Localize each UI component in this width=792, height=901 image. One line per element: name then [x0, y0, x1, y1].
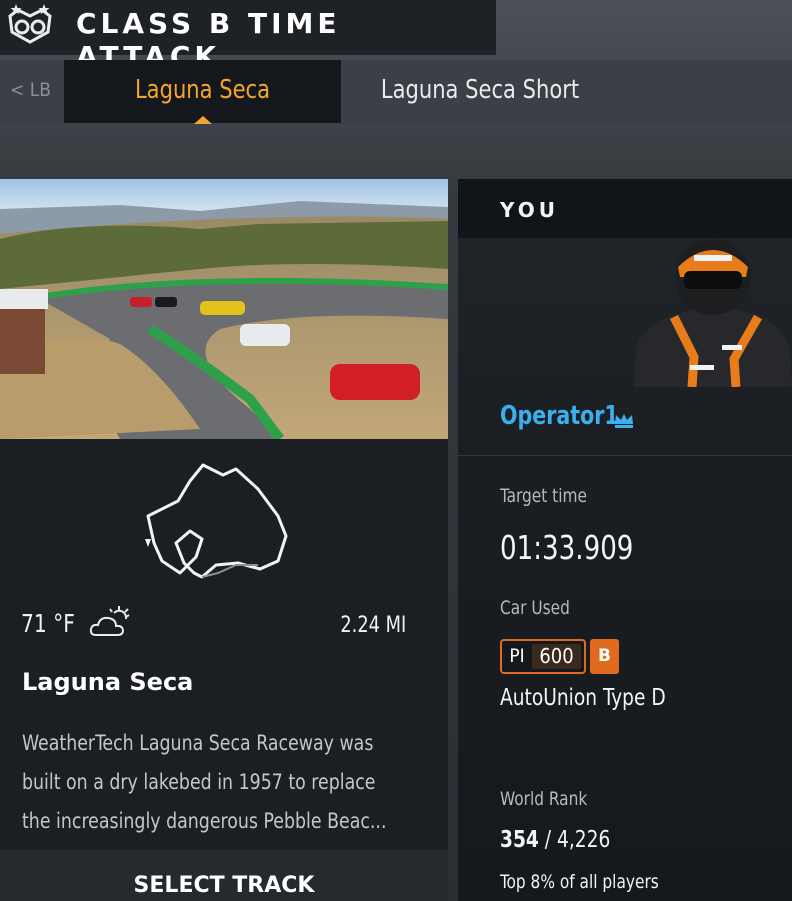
pi-value: 600 [532, 644, 581, 669]
performance-index-badge: PI 600 [500, 639, 586, 674]
lb-bumper-button[interactable]: < LB [10, 79, 51, 101]
event-title-bar: CLASS B TIME ATTACK [0, 0, 496, 73]
track-preview-image [0, 179, 448, 439]
temperature: 71 °F [21, 609, 75, 638]
rank-total: 4,226 [556, 827, 611, 853]
description-line: built on a dry lakebed in 1957 to replac… [22, 770, 376, 794]
description-line: the increasingly dangerous Pebble Beac..… [22, 809, 387, 833]
rivals-emblem-icon [8, 4, 52, 44]
track-map-outline [145, 463, 288, 579]
description-line: WeatherTech Laguna Seca Raceway was [22, 731, 374, 755]
rank-position: 354 [500, 827, 539, 853]
car-used-label: Car Used [500, 597, 570, 619]
track-length: 2.24 MI [340, 613, 406, 638]
world-rank-label: World Rank [500, 788, 588, 810]
tab-laguna-seca[interactable]: Laguna Seca [64, 60, 341, 123]
pi-label: PI [509, 645, 525, 667]
active-tab-indicator [194, 116, 212, 124]
select-track-button[interactable]: SELECT TRACK [0, 850, 448, 901]
world-rank-value: 354 / 4,226 [500, 827, 610, 853]
partly-cloudy-icon [89, 606, 130, 636]
target-time-label: Target time [500, 485, 587, 507]
select-track-label: SELECT TRACK [133, 873, 315, 898]
player-name: Operator1 [500, 401, 619, 431]
car-name: AutoUnion Type D [500, 685, 666, 711]
rank-separator: / [544, 827, 557, 853]
car-class-badge: B [590, 639, 619, 674]
rank-percentile: Top 8% of all players [500, 871, 659, 893]
driver-avatar [634, 239, 792, 387]
section-divider [458, 455, 792, 456]
player-stats-panel: YOU Operator1 Target time 01:33.909 Car … [458, 179, 792, 901]
track-info-panel: 71 °F 2.24 MI Laguna Seca WeatherTech La… [0, 179, 448, 901]
track-description: WeatherTech Laguna Seca Raceway was buil… [22, 724, 432, 841]
track-name: Laguna Seca [22, 668, 194, 696]
tab-laguna-seca-short[interactable]: Laguna Seca Short [368, 75, 593, 105]
tab-label: Laguna Seca [134, 75, 271, 105]
target-time-value: 01:33.909 [500, 528, 634, 567]
you-header: YOU [458, 179, 792, 238]
crown-icon [615, 414, 633, 428]
you-label: YOU [500, 198, 560, 222]
